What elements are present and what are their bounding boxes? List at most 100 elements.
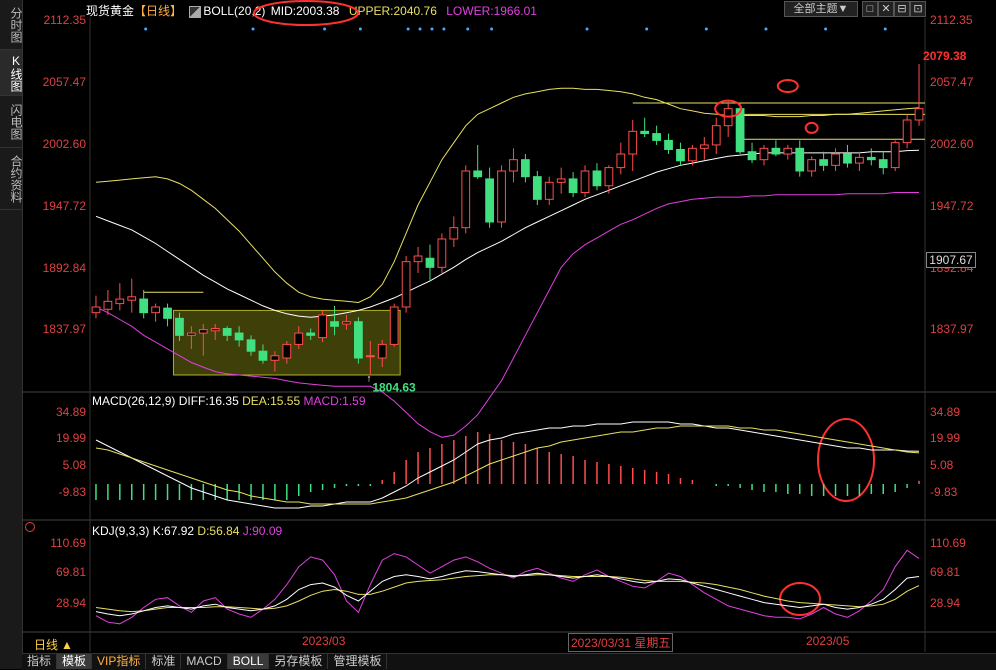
- candle-down: [843, 153, 852, 164]
- event-marker-dot: [442, 27, 446, 31]
- tab-template[interactable]: 模板: [57, 654, 93, 669]
- macd-dea: DEA:15.55: [242, 394, 301, 408]
- candle-down: [795, 147, 805, 172]
- date-mark: 2023/05: [806, 634, 850, 648]
- candle-up: [711, 125, 721, 146]
- candle-down: [640, 130, 650, 135]
- tab-save-template[interactable]: 另存模板: [269, 654, 329, 669]
- highlight-ellipse: [779, 582, 821, 616]
- event-marker-dot: [144, 27, 148, 31]
- candle-down: [330, 321, 339, 327]
- candle-down: [425, 257, 435, 268]
- candle-up: [831, 153, 840, 166]
- candle-up: [497, 170, 506, 223]
- candle-up: [807, 159, 817, 172]
- candle-up: [342, 321, 351, 325]
- kdj-axis-label-left: 110.69: [50, 536, 86, 550]
- candle-down: [771, 147, 781, 155]
- candle-down: [258, 350, 268, 361]
- macd-axis-label-left: 5.08: [62, 458, 86, 472]
- macd-axis-label: 5.08: [930, 458, 954, 472]
- candle-up: [890, 142, 900, 169]
- event-marker-dot: [585, 27, 589, 31]
- candle-down: [306, 332, 316, 336]
- candle-down: [139, 298, 149, 314]
- low-marker-icon: ↑: [366, 373, 371, 384]
- tab-indicator[interactable]: 指标: [22, 654, 58, 669]
- candle-up: [461, 170, 471, 229]
- candle-up: [377, 343, 387, 359]
- candle-up: [91, 306, 101, 314]
- candle-up: [365, 355, 375, 358]
- price-axis-label: 1837.97: [930, 322, 974, 336]
- candle-down: [175, 317, 184, 336]
- macd-dea-line: [95, 425, 920, 505]
- kdj-settings-icon[interactable]: [25, 522, 35, 532]
- macd-axis-label-left: -9.83: [58, 485, 86, 499]
- kdj-axis-label: 110.69: [930, 536, 966, 550]
- kdj-axis-label: 28.94: [930, 596, 961, 610]
- candle-up: [628, 130, 638, 155]
- period-selector-label: 日线: [34, 638, 59, 652]
- price-axis-label: 2002.60: [930, 137, 974, 151]
- tab-macd[interactable]: MACD: [181, 654, 228, 669]
- kdj-title: KDJ(9,3,3): [92, 524, 150, 538]
- current-price-tag: 1907.67: [926, 252, 976, 268]
- candle-up: [509, 159, 518, 172]
- candle-up: [198, 329, 208, 334]
- candle-up: [401, 261, 411, 308]
- candle-up: [699, 144, 709, 149]
- tab-boll[interactable]: BOLL: [227, 654, 270, 669]
- kdj-axis-label-left: 69.81: [55, 565, 86, 579]
- macd-title-bar: MACD(26,12,9) DIFF:16.35 DEA:15.55 MACD:…: [92, 394, 366, 408]
- price-axis-label-left: 1892.84: [42, 261, 86, 275]
- candle-down: [676, 148, 685, 162]
- price-axis-label-left: 2112.35: [43, 13, 87, 27]
- macd-axis-label-left: 19.99: [55, 431, 86, 445]
- event-marker-dot: [466, 27, 470, 31]
- candle-down: [532, 176, 542, 200]
- highlight-ellipse: [817, 418, 875, 502]
- candle-up: [294, 332, 304, 345]
- macd-value: MACD:1.59: [303, 394, 366, 408]
- low-price-label: 1804.63: [372, 380, 416, 394]
- macd-title: MACD(26,12,9): [92, 394, 176, 408]
- candle-up: [855, 156, 864, 164]
- highlight-ellipse: [776, 79, 799, 93]
- kdj-k-line: [95, 570, 920, 617]
- tab-vip-indicator[interactable]: VIP指标: [92, 654, 147, 669]
- macd-axis-label-left: 34.89: [55, 405, 86, 419]
- candle-down: [234, 332, 244, 341]
- event-marker-dot: [645, 27, 649, 31]
- candle-down: [747, 151, 757, 161]
- kdj-d: D:56.84: [197, 524, 240, 538]
- candle-up: [115, 298, 125, 305]
- tab-standard[interactable]: 标准: [146, 654, 182, 669]
- candle-down: [521, 159, 530, 178]
- candle-down: [592, 170, 602, 187]
- event-marker-dot: [406, 27, 410, 31]
- candle-up: [413, 255, 423, 263]
- candle-up: [580, 170, 590, 194]
- kline-chart[interactable]: 2079.38 1804.63↑: [0, 0, 996, 669]
- event-marker-dot: [490, 27, 494, 31]
- event-marker-dot: [323, 27, 327, 31]
- candle-up: [151, 306, 160, 314]
- event-marker-dot: [251, 27, 255, 31]
- event-marker-dot: [704, 27, 708, 31]
- tab-manage-template[interactable]: 管理模板: [328, 654, 388, 669]
- candle-up: [187, 332, 196, 336]
- candle-down: [664, 139, 673, 150]
- period-selector[interactable]: 日线 ▲: [34, 636, 73, 653]
- kdj-k: K:67.92: [152, 524, 195, 538]
- event-marker-dot: [883, 27, 887, 31]
- candle-down: [222, 328, 232, 336]
- event-marker-dot: [430, 27, 434, 31]
- candle-up: [270, 355, 280, 361]
- kdj-title-bar: KDJ(9,3,3) K:67.92 D:56.84 J:90.09: [92, 524, 282, 538]
- candle-down: [819, 159, 828, 166]
- candle-down: [163, 307, 172, 319]
- price-axis-label-left: 1947.72: [42, 199, 86, 213]
- candle-up: [556, 178, 566, 183]
- candle-up: [449, 227, 459, 240]
